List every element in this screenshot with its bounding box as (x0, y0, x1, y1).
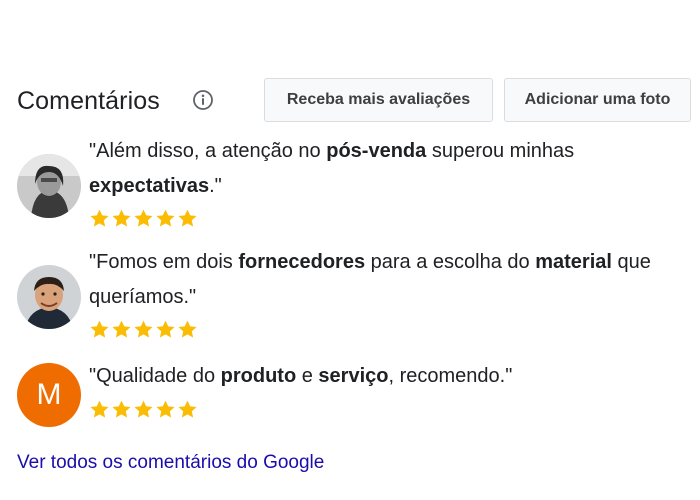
star-icon (156, 320, 175, 338)
star-icon (134, 400, 153, 418)
review-item: M "Qualidade do produto e serviço, recom… (17, 359, 697, 429)
star-rating (89, 399, 198, 421)
review-text: "Além disso, a atenção no pós-venda supe… (89, 140, 575, 197)
reviews-header: Comentários Receba mais avaliações Adici… (17, 78, 697, 124)
section-title: Comentários (17, 87, 160, 115)
get-more-reviews-button[interactable]: Receba mais avaliações (264, 78, 493, 122)
review-item: "Fomos em dois fornecedores para a escol… (17, 245, 697, 345)
avatar-letter: M (36, 378, 62, 411)
star-icon (90, 400, 109, 418)
star-icon (112, 320, 131, 338)
star-icon (134, 320, 153, 338)
star-icon (178, 320, 197, 338)
star-icon (156, 209, 175, 227)
star-rating (89, 208, 198, 230)
review-item: "Além disso, a atenção no pós-venda supe… (17, 134, 697, 234)
avatar (17, 265, 81, 329)
star-icon (156, 400, 175, 418)
review-text: "Fomos em dois fornecedores para a escol… (89, 251, 651, 308)
star-icon (112, 400, 131, 418)
star-icon (112, 209, 131, 227)
star-rating (89, 319, 198, 341)
avatar (17, 154, 81, 218)
star-icon (90, 320, 109, 338)
star-icon (178, 400, 197, 418)
star-icon (90, 209, 109, 227)
review-text: "Qualidade do produto e serviço, recomen… (89, 365, 513, 387)
add-photo-button[interactable]: Adicionar uma foto (504, 78, 691, 122)
star-icon (178, 209, 197, 227)
see-all-reviews-link[interactable]: Ver todos os comentários do Google (17, 452, 324, 474)
info-circle-icon[interactable] (192, 89, 214, 111)
avatar: M (17, 363, 81, 427)
star-icon (134, 209, 153, 227)
